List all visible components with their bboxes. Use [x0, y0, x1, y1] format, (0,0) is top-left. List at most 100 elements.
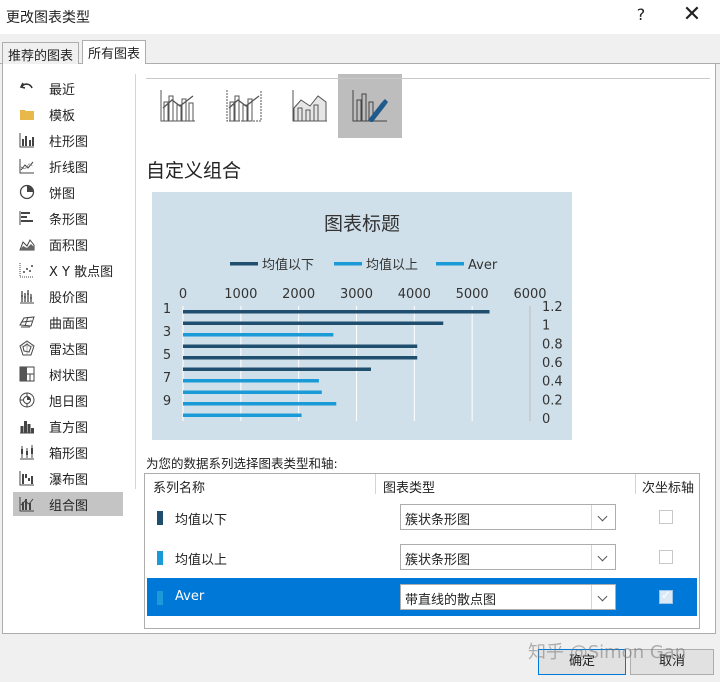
sidebar-item-box-whisker[interactable]: 箱形图: [13, 440, 123, 464]
sunburst-icon: [19, 392, 35, 408]
bar-chart-icon: [19, 211, 33, 225]
stock-chart-icon: [20, 290, 34, 304]
combo-type-column-line-secondary[interactable]: [212, 74, 276, 138]
sidebar-item-label: 树状图: [49, 369, 89, 384]
sidebar-item-column[interactable]: 柱形图: [13, 128, 123, 152]
box-whisker-icon: [20, 445, 34, 460]
close-button[interactable]: ✕: [680, 2, 704, 27]
series-row-selected[interactable]: Aver 带直线的散点图: [147, 578, 697, 616]
combo-type-custom[interactable]: [338, 74, 402, 138]
bar: [183, 356, 418, 360]
sidebar-item-combo[interactable]: 组合图: [13, 492, 123, 516]
secondary-axis-checkbox[interactable]: [659, 510, 673, 524]
chart-type-dropdown[interactable]: 带直线的散点图: [400, 584, 616, 610]
combo-type-stacked-area-column[interactable]: [278, 74, 342, 138]
pie-chart-icon: [19, 184, 35, 200]
y-tick-label: 3: [163, 325, 171, 340]
tab-strip: 推荐的图表 所有图表: [0, 40, 720, 65]
legend-label: 均值以下: [262, 257, 314, 273]
bar: [183, 344, 418, 348]
combo-type-clustered-column-line[interactable]: [146, 74, 210, 138]
stacked-area-column-icon: [292, 90, 327, 122]
column-chart-icon: [19, 133, 34, 148]
sidebar-item-label: 曲面图: [49, 317, 89, 332]
sidebar-divider: [135, 74, 136, 489]
chart-type-value: 簇状条形图: [405, 513, 471, 528]
series-row[interactable]: 均值以下 簇状条形图: [147, 498, 697, 536]
tab-recommended[interactable]: 推荐的图表: [2, 42, 80, 64]
series-color-swatch: [157, 551, 163, 565]
sidebar-item-treemap[interactable]: 树状图: [13, 362, 123, 386]
secondary-y-tick-label: 0.2: [542, 393, 563, 408]
chevron-down-icon[interactable]: [591, 545, 615, 569]
radar-chart-icon: [19, 340, 35, 356]
waterfall-icon: [19, 471, 34, 486]
sidebar-item-label: 模板: [49, 109, 76, 124]
sidebar-item-pie[interactable]: 饼图: [13, 180, 123, 204]
sidebar-item-waterfall[interactable]: 瀑布图: [13, 466, 123, 490]
chart-svg: 图表标题均值以下 均值以上 Aver0 1000 2000 3000 4000 5000 600…: [163, 213, 563, 427]
clustered-column-line-secondary-icon: [226, 90, 262, 122]
custom-combination-icon: [352, 90, 388, 122]
sidebar-item-sunburst[interactable]: 旭日图: [13, 388, 123, 412]
bar: [183, 367, 371, 371]
chevron-down-icon[interactable]: [591, 505, 615, 529]
sidebar-item-stock[interactable]: 股价图: [13, 284, 123, 308]
sidebar-item-label: 旭日图: [49, 395, 89, 410]
secondary-y-tick-label: 0.6: [542, 356, 563, 371]
chart-type-dropdown[interactable]: 簇状条形图: [400, 504, 616, 530]
secondary-axis-checkbox[interactable]: [659, 550, 673, 564]
sidebar-item-bar[interactable]: 条形图: [13, 206, 123, 230]
tab-all-charts[interactable]: 所有图表: [82, 40, 147, 65]
legend-swatch: [436, 262, 464, 266]
bar: [183, 321, 444, 325]
x-tick-label: 1000: [224, 287, 257, 302]
secondary-y-tick-label: 1: [542, 319, 550, 334]
sidebar-item-histogram[interactable]: 直方图: [13, 414, 123, 438]
chevron-down-icon[interactable]: [591, 585, 615, 609]
series-name: Aver: [175, 589, 205, 604]
sidebar-item-label: 折线图: [49, 161, 89, 176]
x-tick-label: 0: [179, 287, 187, 302]
series-grid: 系列名称 图表类型 次坐标轴 均值以下 簇状条形图 均值以上 簇状条形图 Ave…: [144, 473, 700, 629]
sidebar-item-radar[interactable]: 雷达图: [13, 336, 123, 360]
scatter-chart-icon: [19, 263, 34, 278]
secondary-axis-checkbox[interactable]: [659, 588, 673, 604]
sidebar-item-label: 瀑布图: [49, 473, 89, 488]
secondary-y-tick-label: 1.2: [542, 300, 563, 315]
y-tick-label: 1: [163, 302, 171, 317]
sidebar-item-line[interactable]: 折线图: [13, 154, 123, 178]
column-header-chart-type: 图表类型: [383, 481, 436, 496]
treemap-icon: [19, 366, 35, 382]
folder-icon: [20, 110, 34, 120]
secondary-y-tick-label: 0: [542, 412, 550, 427]
chart-title: 图表标题: [324, 213, 400, 235]
sidebar-item-label: 最近: [49, 83, 76, 98]
watermark: 知乎 @Simon Gan: [528, 642, 687, 663]
sidebar-item-recent[interactable]: 最近: [13, 76, 123, 100]
series-color-swatch: [157, 591, 163, 605]
legend-label: 均值以上: [366, 257, 418, 273]
sidebar-item-templates[interactable]: 模板: [13, 102, 123, 126]
chart-type-dropdown[interactable]: 簇状条形图: [400, 544, 616, 570]
series-assign-label: 为您的数据系列选择图表类型和轴:: [146, 456, 338, 471]
sidebar-item-label: X Y 散点图: [49, 265, 114, 280]
sidebar-item-scatter[interactable]: X Y 散点图: [13, 258, 123, 282]
sidebar-item-surface[interactable]: 曲面图: [13, 310, 123, 334]
help-button[interactable]: ?: [632, 5, 650, 24]
series-name: 均值以上: [175, 553, 228, 568]
y-tick-label: 5: [163, 348, 171, 363]
legend-swatch: [334, 262, 362, 266]
bar: [183, 333, 334, 337]
x-tick-label: 5000: [456, 287, 489, 302]
legend-swatch: [230, 262, 258, 266]
bar: [183, 310, 490, 314]
series-row[interactable]: 均值以上 簇状条形图: [147, 538, 697, 576]
sidebar-item-label: 组合图: [49, 499, 89, 514]
sidebar-item-label: 箱形图: [49, 447, 89, 462]
bar: [183, 413, 302, 417]
chart-type-value: 簇状条形图: [405, 553, 471, 568]
x-tick-label: 3000: [340, 287, 373, 302]
line-chart-icon: [19, 159, 34, 174]
sidebar-item-area[interactable]: 面积图: [13, 232, 123, 256]
